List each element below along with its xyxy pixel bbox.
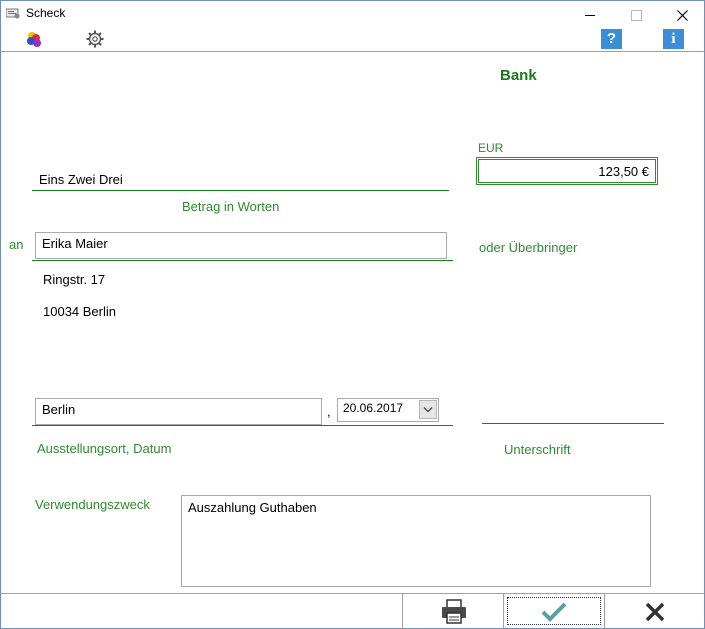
date-value: 20.06.2017 [343, 401, 404, 415]
scheck-window: Scheck ? i Bank EUR 123,50 € Eins Zwei D… [0, 0, 705, 629]
maximize-icon [630, 9, 642, 21]
close-x-icon [645, 602, 665, 622]
place-input[interactable]: Berlin [35, 398, 322, 425]
place-date-underline [32, 425, 453, 426]
bearer-label: oder Überbringer [479, 240, 578, 255]
help-glyph: ? [606, 30, 617, 47]
amount-input[interactable]: 123,50 € [478, 159, 656, 183]
payee-input[interactable]: Erika Maier [35, 232, 447, 259]
bank-label: Bank [500, 67, 537, 84]
close-window-button[interactable] [659, 1, 705, 27]
help-icon[interactable]: ? [601, 29, 622, 49]
maximize-button[interactable] [613, 1, 659, 27]
window-title: Scheck [26, 6, 66, 20]
amount-in-words-value[interactable]: Eins Zwei Drei [39, 172, 123, 187]
amount-words-caption: Betrag in Worten [182, 199, 280, 214]
address-street: Ringstr. 17 [43, 272, 106, 287]
print-button[interactable] [402, 594, 503, 629]
currency-label: EUR [478, 141, 504, 155]
place-date-caption: Ausstellungsort, Datum [37, 441, 172, 456]
minimize-button[interactable] [567, 1, 613, 27]
date-picker[interactable]: 20.06.2017 [337, 398, 439, 422]
date-dropdown-button[interactable] [419, 400, 437, 419]
close-icon [676, 9, 688, 21]
footer-bar [1, 593, 704, 629]
comma-separator: , [327, 404, 331, 419]
ok-button[interactable] [503, 594, 604, 629]
amount-words-underline [32, 190, 449, 191]
signature-line [482, 423, 664, 424]
check-app-icon [6, 8, 20, 19]
checkmark-icon [541, 602, 567, 622]
colors-icon[interactable] [23, 29, 45, 49]
info-glyph: i [671, 31, 676, 47]
title-bar: Scheck [1, 1, 704, 27]
payee-prefix: an [9, 237, 24, 252]
settings-gear-icon[interactable] [84, 29, 106, 49]
info-icon[interactable]: i [663, 29, 684, 49]
chevron-down-icon [423, 407, 433, 413]
amount-field-frame: 123,50 € [476, 157, 658, 185]
minimize-icon [585, 14, 595, 16]
toolbar: ? i [1, 27, 704, 52]
payee-underline [32, 260, 453, 261]
purpose-label: Verwendungszweck [35, 497, 150, 512]
cancel-button[interactable] [604, 594, 704, 629]
printer-icon [442, 599, 466, 624]
address-city: 10034 Berlin [43, 304, 116, 319]
purpose-textarea[interactable]: Auszahlung Guthaben [181, 495, 651, 587]
signature-caption: Unterschrift [504, 442, 571, 457]
